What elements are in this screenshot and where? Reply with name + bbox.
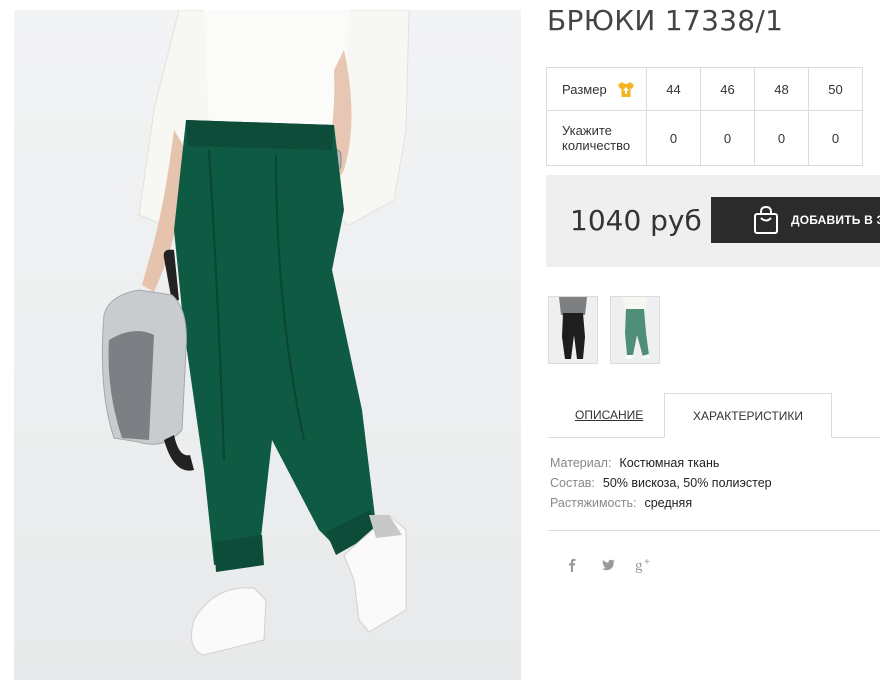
svg-text:+: + bbox=[644, 557, 650, 568]
spec-label: Материал: bbox=[550, 456, 612, 470]
size-row: Размер 44 46 48 50 bbox=[546, 67, 863, 111]
spec-row: Состав: 50% вискоза, 50% полиэстер bbox=[550, 476, 772, 496]
spec-value: Костюмная ткань bbox=[619, 456, 720, 470]
spec-value: 50% вискоза, 50% полиэстер bbox=[602, 476, 772, 490]
thumbnail-black-pants[interactable] bbox=[548, 296, 598, 364]
size-label: Размер bbox=[562, 81, 607, 97]
size-quantity-table: Размер 44 46 48 50 Укажите количество 0 … bbox=[546, 67, 863, 166]
size-cell: 46 bbox=[700, 67, 755, 111]
quantity-label-line2: количество bbox=[562, 138, 631, 153]
tab-characteristics[interactable]: ХАРАКТЕРИСТИКИ bbox=[664, 393, 832, 438]
tab-description[interactable]: ОПИСАНИЕ bbox=[575, 408, 643, 422]
google-plus-icon[interactable]: g + bbox=[634, 555, 654, 575]
specs-list: Материал: Костюмная ткань Состав: 50% виск… bbox=[550, 456, 772, 516]
add-to-cart-label: ДОБАВИТЬ В З bbox=[791, 213, 880, 227]
price-panel: 1040 руб ДОБАВИТЬ В З bbox=[546, 175, 880, 267]
spec-value: средняя bbox=[644, 496, 693, 510]
tshirt-arrow-icon[interactable] bbox=[617, 81, 635, 98]
size-cell: 48 bbox=[754, 67, 809, 111]
svg-text:g: g bbox=[635, 558, 643, 574]
spec-row: Материал: Костюмная ткань bbox=[550, 456, 772, 476]
twitter-icon[interactable] bbox=[598, 555, 618, 575]
product-title: БРЮКИ 17338/1 bbox=[547, 4, 784, 37]
size-cell: 50 bbox=[808, 67, 863, 111]
add-to-cart-button[interactable]: ДОБАВИТЬ В З bbox=[711, 197, 880, 243]
product-photo bbox=[14, 10, 521, 680]
spec-label: Состав: bbox=[550, 476, 595, 490]
size-label-cell: Размер bbox=[546, 67, 647, 111]
quantity-label-line1: Укажите bbox=[562, 123, 612, 138]
quantity-input[interactable]: 0 bbox=[700, 110, 755, 166]
shopping-bag-icon bbox=[754, 205, 778, 234]
quantity-row: Укажите количество 0 0 0 0 bbox=[546, 110, 863, 166]
size-cell: 44 bbox=[646, 67, 701, 111]
facebook-icon[interactable] bbox=[562, 555, 582, 575]
quantity-input[interactable]: 0 bbox=[754, 110, 809, 166]
product-tabs: ОПИСАНИЕ ХАРАКТЕРИСТИКИ bbox=[548, 393, 880, 438]
quantity-input[interactable]: 0 bbox=[808, 110, 863, 166]
quantity-input[interactable]: 0 bbox=[646, 110, 701, 166]
thumbnail-green-pants[interactable] bbox=[610, 296, 660, 364]
section-divider bbox=[548, 530, 880, 531]
price-value: 1040 руб bbox=[570, 204, 702, 237]
spec-label: Растяжимость: bbox=[550, 496, 637, 510]
quantity-label-cell: Укажите количество bbox=[546, 110, 647, 166]
spec-row: Растяжимость: средняя bbox=[550, 496, 772, 516]
